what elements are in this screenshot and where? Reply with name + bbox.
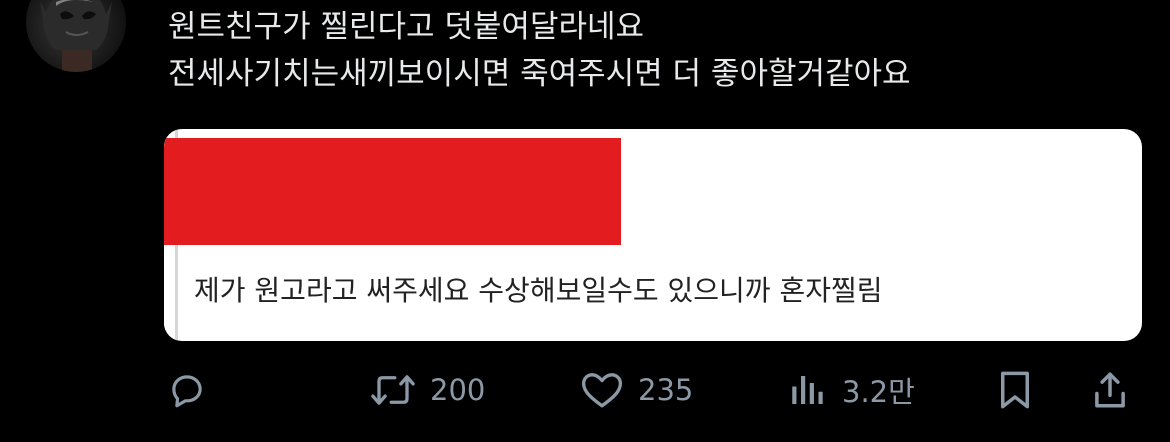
reply-button[interactable]: [166, 360, 208, 420]
avatar[interactable]: [26, 0, 126, 72]
reply-icon: [172, 375, 202, 408]
like-button[interactable]: 235: [578, 360, 693, 420]
tweet-text: 원트친구가 찔린다고 덧붙여달라네요 전세사기치는새끼보이시면 죽여주시면 더 …: [168, 4, 911, 98]
tweet: 원트친구가 찔린다고 덧붙여달라네요 전세사기치는새끼보이시면 죽여주시면 더 …: [0, 0, 1170, 442]
views-icon: [792, 376, 823, 404]
views-count: 3.2만: [842, 375, 915, 409]
bookmark-button[interactable]: [995, 360, 1035, 420]
share-icon: [1095, 372, 1125, 408]
heart-icon: [581, 373, 623, 408]
tweet-text-line: 전세사기치는새끼보이시면 죽여주시면 더 좋아할거같아요: [168, 56, 911, 92]
views-button[interactable]: 3.2만: [786, 360, 915, 420]
quoted-tweet-text: 제가 원고라고 써주세요 수상해보일수도 있으니까 혼자찔림: [194, 274, 883, 307]
share-button[interactable]: [1090, 360, 1130, 420]
retweet-icon: [371, 375, 415, 405]
action-bar: 200 235 3.2만: [0, 360, 1170, 420]
bookmark-icon: [1001, 371, 1029, 409]
retweet-count: 200: [430, 373, 486, 407]
quoted-tweet-card[interactable]: 제가 원고라고 써주세요 수상해보일수도 있으니까 혼자찔림: [164, 129, 1142, 341]
like-count: 235: [638, 373, 694, 407]
redaction-block: [164, 138, 621, 245]
retweet-button[interactable]: 200: [368, 360, 485, 420]
tweet-text-line: 원트친구가 찔린다고 덧붙여달라네요: [168, 9, 645, 45]
